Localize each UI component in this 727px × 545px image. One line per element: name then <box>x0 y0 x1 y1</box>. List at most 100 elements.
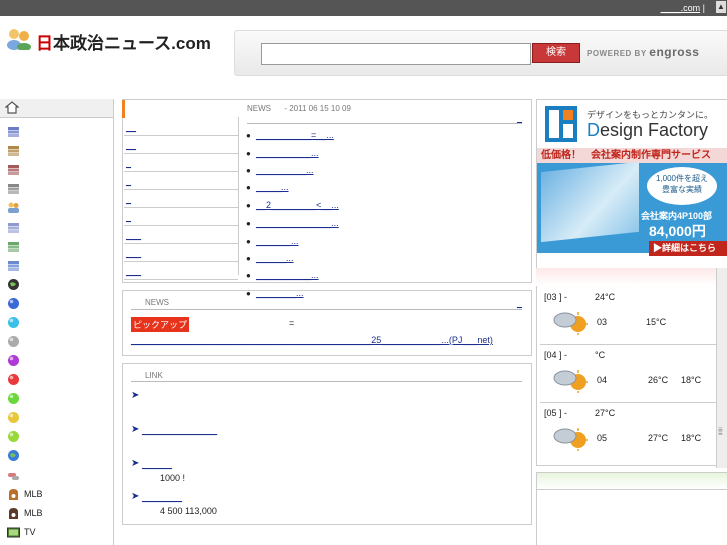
globe-icon <box>7 278 20 291</box>
weather-high: 27°C <box>648 433 669 443</box>
bullet-icon: ● <box>246 183 251 192</box>
weather-low: 18°C <box>681 375 702 385</box>
pickup-badge: ピックアップ <box>131 317 190 332</box>
book-stack-icon <box>7 125 20 138</box>
weather-num: 05 <box>597 433 608 443</box>
link-desc: 4 500 113,000 <box>160 506 217 516</box>
weather-high: 26°C <box>648 375 669 385</box>
book-icon <box>7 221 20 234</box>
bullet-icon: ● <box>246 201 251 210</box>
arrow-icon: ➤ <box>131 491 140 502</box>
nav-cell <box>124 172 238 190</box>
top-link[interactable]: ____.com <box>661 3 701 13</box>
people-logo-icon <box>6 28 32 53</box>
sidebar-home[interactable] <box>0 99 113 118</box>
weather-date: [03 ] - <box>544 292 568 302</box>
ad-brand-rest: esign Factory <box>600 120 709 140</box>
scroll-up-button[interactable]: ▲ <box>716 1 726 13</box>
nav-link[interactable]: ___ <box>126 248 141 258</box>
news-more-link[interactable]: _ <box>517 113 522 123</box>
news-link[interactable]: ______... <box>256 253 294 263</box>
nav-link[interactable]: __ <box>126 122 136 132</box>
news-link[interactable]: ___________... <box>256 270 319 280</box>
news-link[interactable]: _______________... <box>256 218 339 228</box>
weather-header <box>536 268 727 286</box>
people-icon <box>7 201 20 214</box>
ad-brand: Design Factory <box>587 120 708 141</box>
top-bar <box>0 0 727 16</box>
bullet-icon: ● <box>246 219 251 228</box>
ad-badge-line1: 1,000件を超え <box>655 174 709 183</box>
sidebar-item-label[interactable]: MLB <box>24 508 43 518</box>
design-factory-logo-icon <box>545 106 577 142</box>
nav-link[interactable]: _ <box>126 212 131 222</box>
search-input[interactable] <box>261 43 531 65</box>
baseball-glove-icon <box>7 488 20 501</box>
book-icon <box>7 240 20 253</box>
news2-more-link[interactable]: _ <box>517 298 522 308</box>
pickup-eq: = <box>289 318 295 328</box>
earth-icon <box>7 449 20 462</box>
news-header: NEWS - 2011 06 15 10 09 <box>247 104 351 113</box>
nav-link[interactable]: ___ <box>126 230 141 240</box>
nav-link[interactable]: __ <box>126 140 136 150</box>
ball-icon <box>7 373 20 386</box>
news-link[interactable]: __2_________<__... <box>256 200 339 210</box>
ad-brand-d: D <box>587 120 600 140</box>
weather-date: [05 ] - <box>544 408 568 418</box>
scroll-grip-icon[interactable]: ≡ ≡ <box>718 426 726 442</box>
news-link[interactable]: ___________=__... <box>256 130 334 140</box>
search-button[interactable]: 検索 <box>532 43 580 63</box>
nav-cell <box>124 136 238 154</box>
sidebar-item-label[interactable]: MLB <box>24 489 43 499</box>
ball-icon <box>7 411 20 424</box>
nav-cell <box>124 154 238 172</box>
sidebar-item-label[interactable]: TV <box>24 527 36 537</box>
ad-badge-line2: 豊富な実績 <box>662 185 702 194</box>
nav-link[interactable]: _ <box>126 194 131 204</box>
news-link[interactable]: __________... <box>256 165 314 175</box>
ad-redbar: 低価格！ 会社案内制作専門サービス <box>537 148 727 163</box>
weather-top-temp: 27°C <box>595 408 616 418</box>
ad-brochure-image <box>541 161 639 243</box>
book-stack-icon <box>7 182 20 195</box>
site-logo[interactable]: 日本政治ニュース.com <box>36 29 211 54</box>
weather-top-temp: 24°C <box>595 292 616 302</box>
ball-icon <box>7 335 20 348</box>
bullet-icon: ● <box>246 289 251 298</box>
ad-detail-button[interactable]: ▶詳細はこちら <box>649 241 727 256</box>
external-link[interactable]: ________ <box>142 492 182 502</box>
weather-low: 18°C <box>681 433 702 443</box>
top-links: ____.com | <box>661 3 705 13</box>
ball-icon <box>7 354 20 367</box>
link-header: LINK <box>145 371 163 380</box>
link-desc: 1000 ! <box>160 473 186 483</box>
ball-icon <box>7 392 20 405</box>
weather-separator <box>540 402 716 403</box>
pickup-link[interactable]: ________________________________________… <box>131 335 493 345</box>
green-box <box>536 488 727 545</box>
external-link[interactable]: _______________ <box>142 425 217 435</box>
bullet-icon: ● <box>246 237 251 246</box>
news-link[interactable]: ___________... <box>256 148 319 158</box>
nav-divider <box>238 117 239 275</box>
news-link[interactable]: _______... <box>256 236 299 246</box>
cloudy-sunny-icon <box>552 309 588 335</box>
link-rule <box>131 381 522 382</box>
logo-text: 本政治ニュース.com <box>53 34 211 53</box>
weather-separator <box>540 344 716 345</box>
arrow-icon: ➤ <box>131 424 140 435</box>
weather-top-temp: °C <box>595 350 606 360</box>
bullet-icon: ● <box>246 166 251 175</box>
news-link[interactable]: ________... <box>256 288 304 298</box>
news-rule <box>247 123 522 124</box>
powered-by-text: POWERED BY <box>587 49 647 58</box>
logo-red-char: 日 <box>36 34 53 53</box>
design-factory-ad[interactable]: デザインをもっとカンタンに。 Design Factory 低価格！ 会社案内制… <box>536 99 727 270</box>
news-link[interactable]: _____... <box>256 182 289 192</box>
external-link[interactable]: ______ <box>142 459 172 469</box>
top-sep: | <box>702 3 705 13</box>
nav-link[interactable]: _ <box>126 176 131 186</box>
nav-link[interactable]: ___ <box>126 266 141 276</box>
nav-link[interactable]: _ <box>126 158 131 168</box>
